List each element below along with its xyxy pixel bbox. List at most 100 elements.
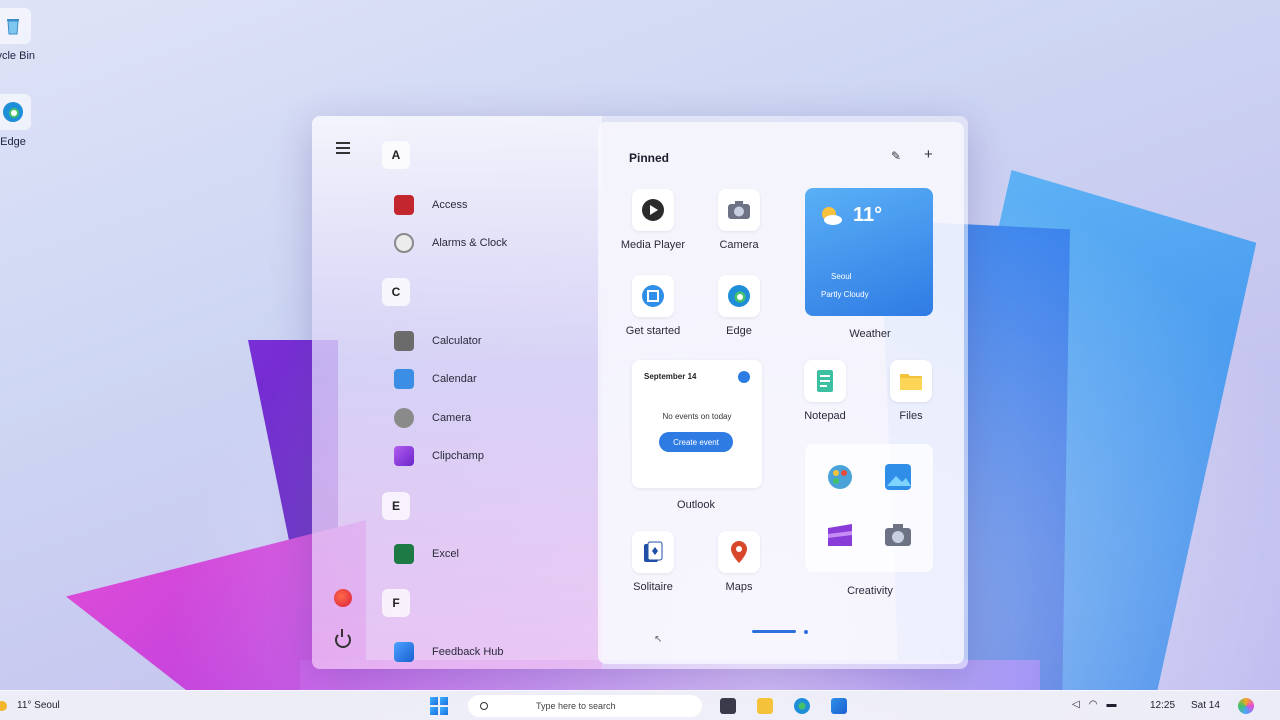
pinned-app-label: Weather	[849, 328, 891, 340]
pinned-app-label: Edge	[726, 325, 752, 337]
pinned-app-label: Creativity	[847, 585, 893, 597]
pinned-app-get-started[interactable]: Get started	[611, 275, 695, 337]
weather-city: Seoul	[831, 272, 852, 281]
weather-widget[interactable]: 11° Seoul Partly Cloudy	[805, 188, 933, 316]
app-label: Calendar	[432, 373, 477, 385]
edge-icon[interactable]	[794, 698, 810, 714]
calendar-icon	[394, 369, 414, 389]
volume-icon[interactable]: ◁	[1072, 699, 1080, 710]
edge-icon	[0, 94, 31, 130]
app-label: Clipchamp	[432, 450, 484, 462]
hamburger-icon[interactable]	[336, 142, 350, 154]
group-letter-f[interactable]: F	[382, 589, 410, 617]
app-label: Access	[432, 199, 468, 211]
app-list-item-calculator[interactable]: Calculator	[394, 328, 482, 354]
start-menu: A Access Alarms & Clock C Calculator Cal…	[312, 116, 968, 669]
pinned-app-files[interactable]: Files	[869, 360, 953, 422]
plus-icon[interactable]: +	[924, 146, 933, 163]
pinned-app-label: Get started	[625, 325, 681, 337]
app-list-item-feedback-hub[interactable]: Feedback Hub	[394, 639, 504, 665]
desktop-icon-label: cycle Bin	[0, 50, 36, 62]
copilot-icon[interactable]	[334, 589, 352, 607]
clock-time[interactable]: 12:25	[1150, 700, 1175, 711]
battery-icon[interactable]: ▬	[1106, 699, 1116, 710]
search-icon	[480, 702, 488, 710]
group-letter-c[interactable]: C	[382, 278, 410, 306]
outlook-widget[interactable]: September 14 No events on today Create e…	[632, 360, 762, 488]
task-view-icon[interactable]	[720, 698, 736, 714]
app-list-item-excel[interactable]: Excel	[394, 541, 459, 567]
edge-icon	[718, 275, 760, 317]
copilot-icon[interactable]	[1238, 698, 1254, 714]
feedback-hub-icon	[394, 642, 414, 662]
pinned-app-maps[interactable]: Maps	[697, 531, 781, 593]
app-label: Camera	[432, 412, 472, 424]
desktop-icon-recycle-bin[interactable]: cycle Bin	[0, 8, 48, 62]
taskbar-weather[interactable]: 11° Seoul	[0, 700, 60, 711]
app-list-item-camera[interactable]: Camera	[394, 405, 471, 431]
pinned-app-media-player[interactable]: Media Player	[611, 189, 695, 251]
pinned-title: Pinned	[629, 151, 670, 165]
app-list-item-access[interactable]: Access	[394, 192, 467, 218]
clipchamp-icon	[394, 446, 414, 466]
taskbar-search[interactable]: Type here to search	[468, 695, 702, 717]
partly-cloudy-icon	[822, 207, 842, 225]
app-label: Alarms & Clock	[432, 237, 508, 249]
store-icon[interactable]	[831, 698, 847, 714]
app-list-item-clipchamp[interactable]: Clipchamp	[394, 443, 484, 469]
media-player-icon	[632, 189, 674, 231]
app-label: Feedback Hub	[432, 646, 504, 658]
pinned-app-label: Notepad	[804, 410, 846, 422]
weather-condition: Partly Cloudy	[821, 290, 869, 299]
pinned-app-label: Solitaire	[633, 581, 673, 593]
taskbar-weather-text: 11° Seoul	[17, 700, 60, 711]
app-list-item-calendar[interactable]: Calendar	[394, 366, 477, 392]
pinned-app-label: Files	[899, 410, 923, 422]
app-list-item-alarms-clock[interactable]: Alarms & Clock	[394, 230, 507, 256]
app-label: Calculator	[432, 335, 482, 347]
get-started-icon	[632, 275, 674, 317]
pinned-app-label: Camera	[719, 239, 759, 251]
create-event-button[interactable]: Create event	[659, 432, 733, 452]
power-icon[interactable]	[335, 629, 351, 648]
camera-icon	[885, 524, 911, 546]
taskbar: 11° Seoul Type here to search ◁ ◠ ▬ 12:2…	[0, 690, 1280, 720]
excel-icon	[394, 544, 414, 564]
app-label: Excel	[432, 548, 459, 560]
folder-icon	[890, 360, 932, 402]
outlook-empty-message: No events on today	[662, 412, 732, 421]
access-icon	[394, 195, 414, 215]
paint-icon	[828, 465, 852, 489]
recycle-bin-icon	[0, 8, 31, 44]
wifi-icon[interactable]: ◠	[1089, 699, 1098, 710]
desktop-icon-edge[interactable]: Edge	[0, 94, 48, 148]
clock-date[interactable]: Sat 14	[1191, 700, 1220, 711]
page-indicator-active[interactable]	[752, 630, 796, 633]
outlook-add-icon[interactable]	[738, 371, 750, 383]
clipchamp-icon	[828, 524, 852, 546]
file-explorer-icon[interactable]	[757, 698, 773, 714]
pinned-app-solitaire[interactable]: Solitaire	[611, 531, 695, 593]
search-placeholder: Type here to search	[536, 701, 616, 711]
system-tray[interactable]: ◁ ◠ ▬	[1072, 699, 1116, 710]
creativity-folder[interactable]	[805, 444, 933, 572]
page-indicator-dot[interactable]	[804, 630, 808, 634]
clock-icon	[394, 233, 414, 253]
calculator-icon	[394, 331, 414, 351]
solitaire-icon	[632, 531, 674, 573]
pinned-app-label: Media Player	[620, 239, 686, 251]
pencil-icon[interactable]: ✎	[891, 149, 901, 163]
maps-icon	[718, 531, 760, 573]
pinned-app-label: Maps	[725, 581, 753, 593]
pinned-app-edge[interactable]: Edge	[697, 275, 781, 337]
pinned-app-notepad[interactable]: Notepad	[783, 360, 867, 422]
start-button[interactable]	[430, 697, 448, 715]
weather-temp: 11°	[853, 204, 883, 226]
pinned-app-camera[interactable]: Camera	[697, 189, 781, 251]
camera-icon	[718, 189, 760, 231]
group-letter-a[interactable]: A	[382, 141, 410, 169]
start-rail	[312, 116, 374, 669]
sun-icon	[0, 700, 7, 711]
pinned-app-label: Outlook	[677, 499, 715, 511]
group-letter-e[interactable]: E	[382, 492, 410, 520]
